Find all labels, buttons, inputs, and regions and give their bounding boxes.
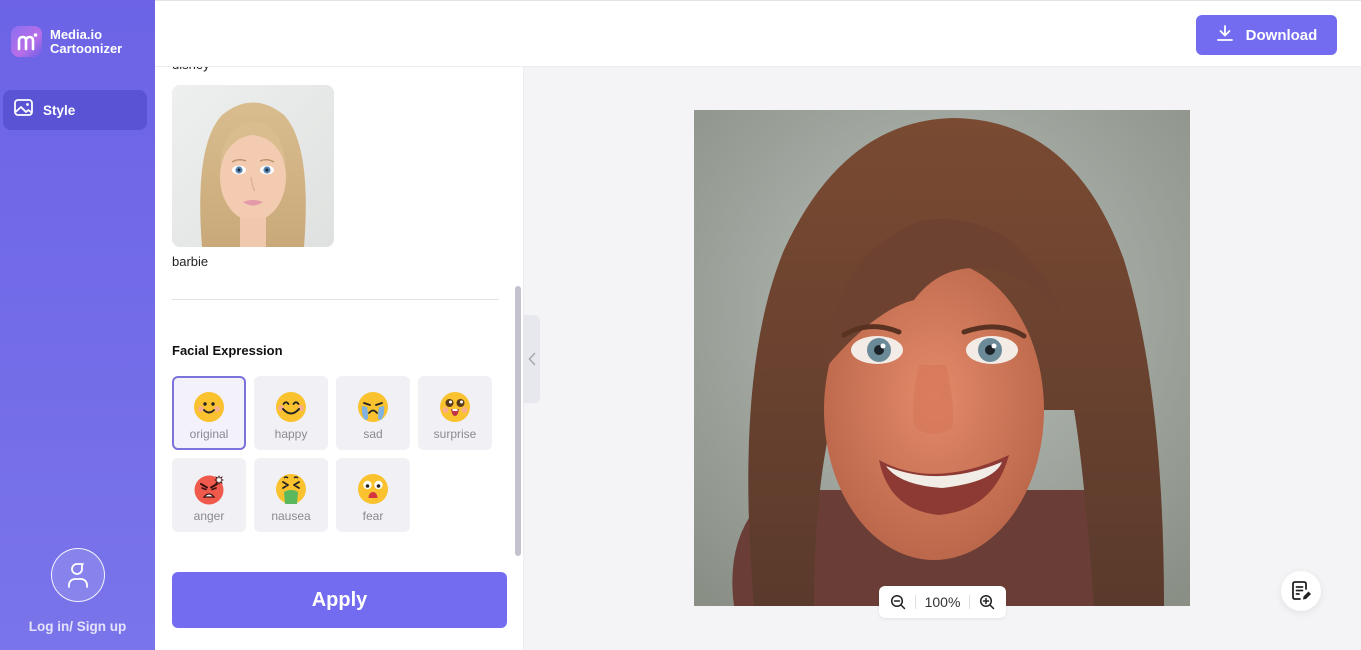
surprise-emoji-icon [440,392,470,422]
expression-label: original [189,427,229,441]
expression-anger[interactable]: anger [172,458,246,532]
smile-emoji-icon [194,392,224,422]
apply-button[interactable]: Apply [172,572,507,628]
expression-label: nausea [271,509,311,523]
sidebar-item-label: Style [43,102,76,118]
divider [172,299,499,300]
edit-note-icon [1292,581,1311,600]
brand-name: Media.io Cartoonizer [50,26,123,56]
expression-original[interactable]: original [172,376,246,450]
expression-label: sad [363,427,383,441]
cartoon-result-image [694,110,1190,606]
zoom-level: 100% [924,594,961,610]
feedback-button[interactable] [1281,571,1321,611]
expression-sad[interactable]: sad [336,376,410,450]
separator [915,595,917,609]
happy-emoji-icon [276,392,306,422]
expression-label: anger [193,509,225,523]
zoom-in-icon [979,594,995,610]
panel-scrollbar[interactable] [515,286,521,556]
expression-nausea[interactable]: nausea [254,458,328,532]
brand-line-1: Media.io [50,26,103,42]
style-card-label: barbie [172,254,209,269]
download-label: Download [1245,26,1318,44]
expression-label: fear [362,509,384,523]
zoom-out-button[interactable] [889,593,907,611]
expression-fear[interactable]: fear [336,458,410,532]
style-panel: disney barbie Facial Expressio [155,67,523,650]
barbie-thumbnail [172,85,334,247]
image-icon [14,99,33,121]
login-signup-button[interactable]: Log in/ Sign up [0,548,155,634]
style-label-disney: disney [172,67,210,72]
expression-label: surprise [433,427,477,441]
expression-label: happy [274,427,308,441]
expression-happy[interactable]: happy [254,376,328,450]
collapse-panel-button[interactable] [523,315,540,403]
chevron-left-icon [527,352,535,366]
separator [968,595,970,609]
facial-expression-title: Facial Expression [172,343,283,358]
login-label: Log in/ Sign up [28,619,127,634]
expression-surprise[interactable]: surprise [418,376,492,450]
zoom-in-button[interactable] [978,593,996,611]
download-icon [1216,24,1234,46]
brand[interactable]: Media.io Cartoonizer [11,26,122,57]
style-card-barbie[interactable] [172,85,334,247]
crying-emoji-icon [358,392,388,422]
zoom-control: 100% [879,586,1006,618]
zoom-out-icon [890,594,906,610]
top-bar: Download [155,0,1361,67]
user-icon [67,563,88,588]
download-button[interactable]: Download [1196,15,1337,55]
media-io-logo-icon [11,26,42,57]
avatar [50,548,105,602]
angry-emoji-icon [194,475,224,505]
expression-grid: original happy sad surprise anger nausea… [172,376,502,532]
app-root: Media.io Cartoonizer Style Log in/ Sign … [0,0,1361,650]
sidebar: Media.io Cartoonizer Style Log in/ Sign … [0,0,155,650]
sidebar-item-style[interactable]: Style [3,90,147,130]
brand-line-2: Cartoonizer [50,40,123,56]
nausea-emoji-icon [276,474,306,504]
fear-emoji-icon [358,474,388,504]
